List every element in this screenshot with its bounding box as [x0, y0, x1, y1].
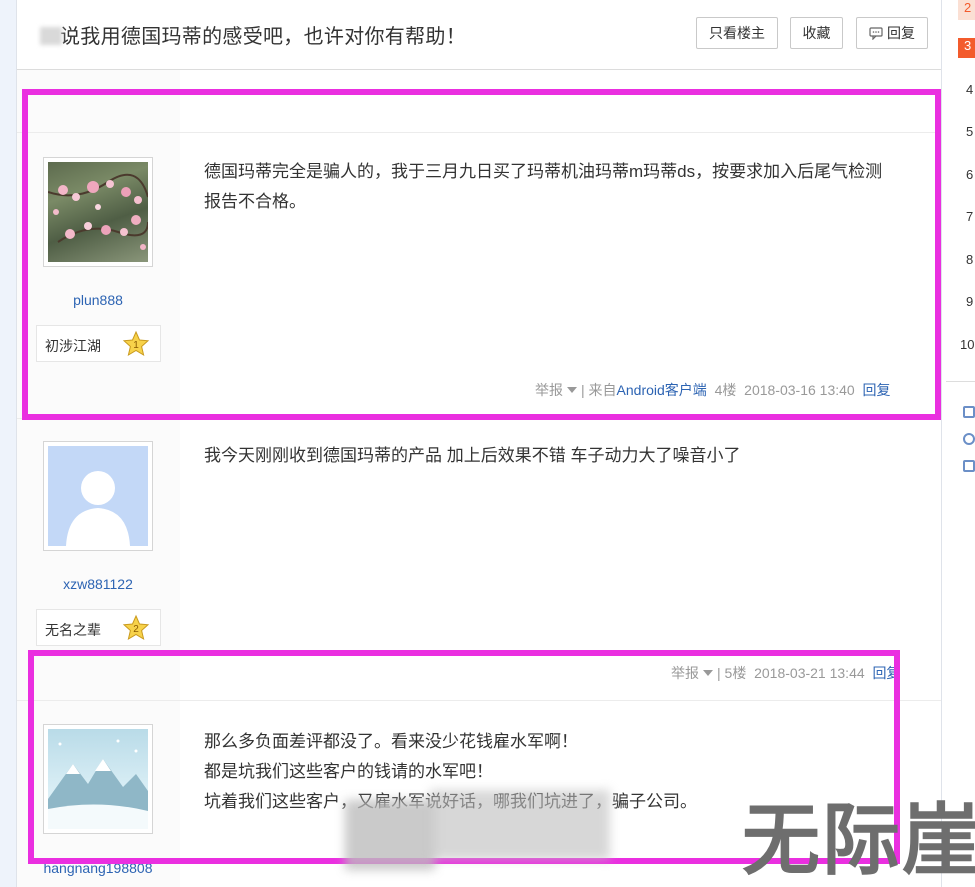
- edit-icon[interactable]: [963, 406, 975, 418]
- pager-item[interactable]: 4: [958, 82, 975, 102]
- pager-item-current[interactable]: 3: [958, 38, 975, 58]
- left-margin-strip: [0, 0, 16, 887]
- only-op-button[interactable]: 只看楼主: [696, 17, 778, 49]
- username[interactable]: xzw881122: [43, 576, 153, 592]
- default-avatar-icon: [66, 471, 130, 546]
- avatar[interactable]: [43, 441, 153, 551]
- post-line: 我今天刚刚收到德国玛蒂的产品 加上后效果不错 车子动力大了噪音小了: [204, 446, 741, 465]
- pager-item[interactable]: 5: [958, 124, 975, 144]
- watermark-blur: [430, 790, 610, 860]
- watermark-text: 无际崖: [742, 796, 975, 886]
- level-star-icon: 2: [122, 614, 150, 641]
- sidebar-divider: [946, 381, 975, 382]
- post-content: 我今天刚刚收到德国玛蒂的产品 加上后效果不错 车子动力大了噪音小了: [204, 441, 740, 471]
- only-op-label: 只看楼主: [709, 25, 765, 41]
- header-divider: [17, 69, 941, 70]
- pager-item[interactable]: 9: [958, 294, 975, 314]
- highlight-box: [22, 89, 941, 420]
- level-number: 2: [133, 624, 139, 635]
- comment-icon: [869, 26, 883, 40]
- blurred-prefix: [40, 27, 62, 45]
- thread-title-text: 说我用德国玛蒂的感受吧，也许对你有帮助！: [60, 26, 466, 48]
- share-icon[interactable]: [963, 433, 975, 445]
- reply-button[interactable]: 回复: [856, 17, 928, 49]
- thread-title: 说我用德国玛蒂的感受吧，也许对你有帮助！: [40, 20, 466, 49]
- reply-label: 回复: [887, 25, 915, 41]
- rank-badge: 无名之辈 2: [36, 609, 161, 646]
- collect-button[interactable]: 收藏: [790, 17, 843, 49]
- pager-item[interactable]: 2: [958, 0, 975, 20]
- trash-icon[interactable]: [963, 460, 975, 472]
- rank-label: 无名之辈: [45, 622, 101, 638]
- watermark-blur: [345, 800, 435, 870]
- pager-item[interactable]: 6: [958, 167, 975, 187]
- collect-label: 收藏: [802, 25, 831, 41]
- content-border-right: [941, 0, 942, 887]
- pager-item[interactable]: 8: [958, 252, 975, 272]
- pager-item[interactable]: 7: [958, 209, 975, 229]
- pager-item[interactable]: 10: [958, 337, 975, 357]
